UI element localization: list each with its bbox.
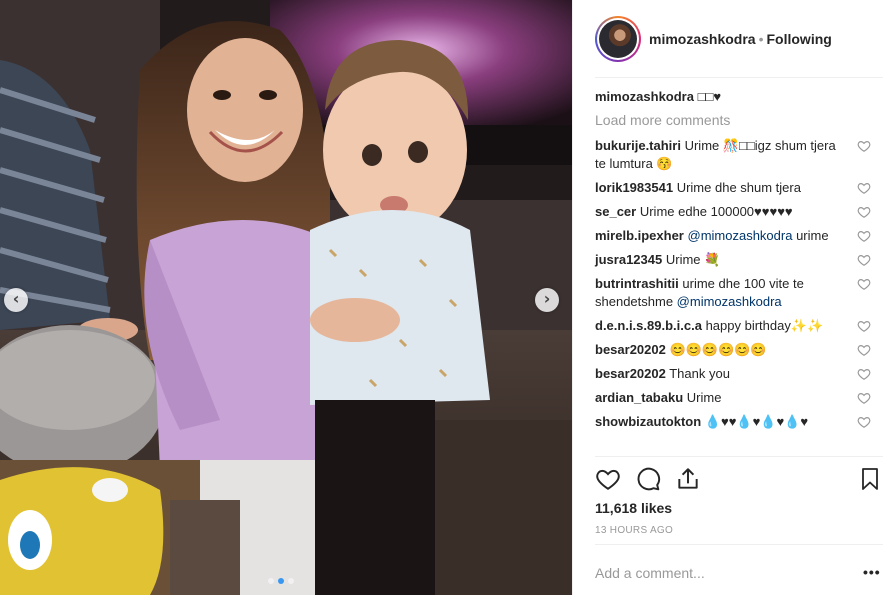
comment-text: Urime dhe shum tjera [676, 180, 801, 195]
comment-like-heart-icon[interactable] [857, 415, 871, 429]
comment-row: jusra12345 Urime 💐 [595, 251, 873, 269]
carousel-indicator [268, 578, 294, 584]
carousel-dot [288, 578, 294, 584]
comment-like-heart-icon[interactable] [857, 343, 871, 357]
actions-divider [595, 456, 883, 457]
following-button[interactable]: Following [767, 31, 832, 47]
post-side-panel: mimozashkodra • Following mimozashkodra □□… [572, 0, 885, 595]
comment-row: mirelb.ipexher @mimozashkodra urime [595, 227, 873, 245]
comment-text: Urime 💐 [665, 252, 721, 267]
comment-row: besar20202 Thank you [595, 365, 873, 383]
add-comment-input[interactable] [595, 556, 845, 590]
username-link[interactable]: mimozashkodra [649, 31, 756, 47]
comment-mention-link[interactable]: @mimozashkodra [688, 228, 793, 243]
bookmark-icon[interactable] [858, 466, 882, 492]
comment-text: Urime [686, 390, 722, 405]
add-comment-divider [595, 544, 883, 545]
comment-like-heart-icon[interactable] [857, 277, 871, 291]
avatar-image [599, 19, 637, 58]
header-separator: • [758, 30, 764, 47]
comment-username[interactable]: bukurije.tahiri [595, 138, 681, 153]
comment-bubble-icon[interactable] [635, 466, 661, 492]
comment-like-heart-icon[interactable] [857, 139, 871, 153]
action-bar [595, 464, 885, 494]
post-timestamp[interactable]: 13 HOURS AGO [595, 525, 673, 536]
avatar[interactable] [595, 15, 641, 62]
comment-username[interactable]: se_cer [595, 204, 636, 219]
more-options-button[interactable]: ••• [863, 564, 881, 580]
header-text: mimozashkodra • Following [649, 31, 832, 47]
comment-row: se_cer Urime edhe 100000♥♥♥♥♥ [595, 203, 873, 221]
carousel-prev-button[interactable]: ‹ [4, 288, 28, 312]
comment-text: Thank you [669, 366, 730, 381]
chevron-right-icon: › [543, 289, 551, 308]
comment-like-heart-icon[interactable] [857, 181, 871, 195]
comment-username[interactable]: jusra12345 [595, 252, 662, 267]
comment-like-heart-icon[interactable] [857, 229, 871, 243]
chevron-left-icon: ‹ [12, 289, 20, 308]
share-icon[interactable] [675, 466, 701, 492]
avatar-border [597, 17, 639, 60]
comment-username[interactable]: showbizautokton [595, 414, 701, 429]
comment-like-heart-icon[interactable] [857, 253, 871, 267]
comment-username[interactable]: lorik1983541 [595, 180, 673, 195]
caption: mimozashkodra □□♥ [595, 88, 873, 106]
comment-username[interactable]: butrintrashitii [595, 276, 679, 291]
comment-row: ardian_tabaku Urime [595, 389, 873, 407]
photo-image [0, 0, 572, 595]
comment-like-heart-icon[interactable] [857, 205, 871, 219]
heart-outline-icon[interactable] [595, 466, 621, 492]
likes-count[interactable]: 11,618 likes [595, 500, 672, 516]
comment-text: happy birthday✨✨ [705, 318, 824, 333]
post-header: mimozashkodra • Following [573, 0, 885, 77]
comment-username[interactable]: besar20202 [595, 366, 666, 381]
comment-username[interactable]: besar20202 [595, 342, 666, 357]
carousel-next-button[interactable]: › [535, 288, 559, 312]
load-more-comments-button[interactable]: Load more comments [595, 111, 873, 129]
comment-row: d.e.n.i.s.89.b.i.c.a happy birthday✨✨ [595, 317, 873, 335]
comment-row: lorik1983541 Urime dhe shum tjera [595, 179, 873, 197]
caption-username[interactable]: mimozashkodra [595, 89, 694, 104]
header-divider [595, 77, 883, 78]
comment-text-after: urime [792, 228, 829, 243]
comment-username[interactable]: ardian_tabaku [595, 390, 683, 405]
comment-row: butrintrashitii urime dhe 100 vite te sh… [595, 275, 873, 311]
comment-like-heart-icon[interactable] [857, 367, 871, 381]
comments-list: mimozashkodra □□♥ Load more comments buk… [595, 88, 873, 437]
comment-mention-link[interactable]: @mimozashkodra [677, 294, 782, 309]
carousel-dot-active [278, 578, 284, 584]
comment-username[interactable]: d.e.n.i.s.89.b.i.c.a [595, 318, 702, 333]
post-photo[interactable]: ‹ › [0, 0, 572, 595]
comment-text: 💧♥♥💧♥💧♥💧♥ [704, 414, 809, 429]
comment-like-heart-icon[interactable] [857, 319, 871, 333]
comment-row: bukurije.tahiri Urime 🎊□□igz shum tjera … [595, 137, 873, 173]
carousel-dot [268, 578, 274, 584]
comment-username[interactable]: mirelb.ipexher [595, 228, 684, 243]
comment-container: bukurije.tahiri Urime 🎊□□igz shum tjera … [595, 137, 873, 431]
comment-row: besar20202 😊😊😊😊😊😊 [595, 341, 873, 359]
caption-text: □□♥ [697, 89, 722, 104]
comment-row: showbizautokton 💧♥♥💧♥💧♥💧♥ [595, 413, 873, 431]
comment-text: Urime edhe 100000♥♥♥♥♥ [639, 204, 793, 219]
comment-like-heart-icon[interactable] [857, 391, 871, 405]
comment-text: 😊😊😊😊😊😊 [669, 342, 767, 357]
